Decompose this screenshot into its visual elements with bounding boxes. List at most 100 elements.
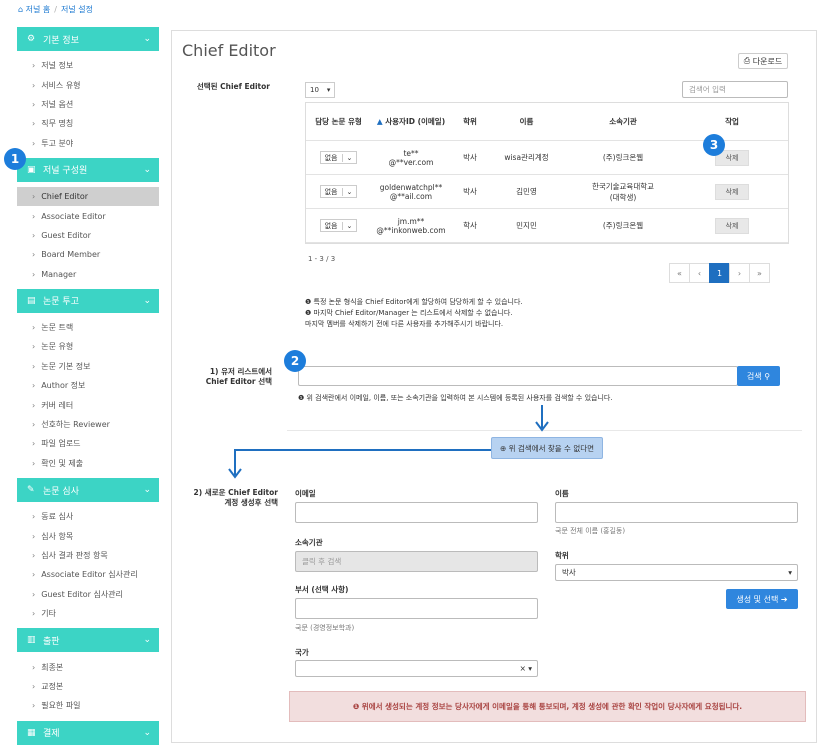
sidebar-section-0[interactable]: ⚙ 기본 정보 ⌄ [17,27,159,51]
step-badge-2: 2 [284,350,306,372]
sidebar-item[interactable]: 투고 분야 [17,134,159,153]
sidebar-section-2[interactable]: ▤ 논문 투고 ⌄ [17,288,159,313]
sidebar-item[interactable]: 저널 정보 [17,56,159,75]
page-button[interactable]: » [749,263,770,283]
page-button[interactable]: 1 [709,263,730,283]
dept-hint: 국문 (경영정보학과) [295,624,355,632]
section-title: 저널 구성원 [43,166,88,177]
header-degree[interactable]: 학위 [451,116,489,127]
sidebar-item[interactable]: 파일 업로드 [17,434,159,453]
sidebar-item[interactable]: Chief Editor [17,186,159,207]
page-button[interactable]: « [669,263,690,283]
table-row: 없음 ⌄ goldenwatchpl** @**ail.com 박사 김민영 한국기술교육대… [306,175,788,209]
section-title: 기본 정보 [43,35,79,46]
sidebar-section-5[interactable]: ▦ 결제 ⌄ [17,720,159,745]
sidebar-item[interactable]: Manager [17,265,159,284]
step-badge-3: 3 [703,134,725,156]
chevron-down-icon: ⌄ [143,164,151,175]
page-button[interactable]: › [729,263,750,283]
download-button[interactable]: ⎙ 다운로드 [738,53,788,69]
page-button[interactable]: ‹ [689,263,710,283]
type-select[interactable]: 없음 ⌄ [319,185,358,198]
org-field[interactable]: 클릭 후 검색 [295,551,538,572]
dept-field[interactable] [295,598,538,619]
header-name[interactable]: 이름 [489,116,564,127]
sidebar-item[interactable]: 기타 [17,604,159,623]
header-email[interactable]: ▲ 사용자ID (이메일) [371,116,451,127]
breadcrumb: ⌂ 저널 홈 / 저널 설정 [18,5,93,14]
sidebar-item[interactable]: 심사 결과 판정 항목 [17,546,159,565]
chevron-down-icon: ⌄ [143,635,151,646]
search-button[interactable]: 검색 ⚲ [737,366,780,386]
sidebar-item[interactable]: 필요한 파일 [17,696,159,715]
sidebar-item[interactable]: Board Member [17,245,159,264]
sidebar-item[interactable]: 심사 항목 [17,526,159,545]
name-field[interactable] [555,502,798,523]
dept-label: 부서 (선택 사항) [295,585,349,594]
sidebar-item[interactable]: 서비스 유형 [17,75,159,94]
sidebar-item[interactable]: 논문 유형 [17,337,159,356]
name-cell: 민지민 [516,221,537,230]
email-field[interactable] [295,502,538,523]
sidebar-section-3[interactable]: ✎ 논문 심사 ⌄ [17,478,159,503]
org-cell: (주)링크온웹 [602,221,644,230]
search-icon: ⚲ [764,371,771,381]
sidebar-item[interactable]: 선호하는 Reviewer [17,415,159,434]
delete-button[interactable]: 삭제 [714,183,750,200]
degree-cell: 학사 [463,221,477,230]
section-icon: ▦ [27,727,36,738]
name-label: 이름 [555,489,569,498]
header-type[interactable]: 담당 논문 유형 [306,116,371,127]
breadcrumb-current[interactable]: 저널 설정 [61,5,93,14]
step1-label: 1) 유저 리스트에서 Chief Editor 선택 [205,367,272,386]
sidebar-item[interactable]: 커버 레터 [17,395,159,414]
breadcrumb-home[interactable]: ⌂ 저널 홈 [18,5,50,14]
type-select[interactable]: 없음 ⌄ [319,219,358,232]
email-cell: jm.m** @**inkonweb.com [376,216,446,235]
section-icon: ▤ [27,295,36,306]
note-1: ❶ 특정 논문 형식을 Chief Editor에게 할당하여 담당하게 할 수… [305,298,523,306]
section-icon: ✎ [27,485,35,496]
pagination: «‹ 1 ›» [669,263,770,283]
sidebar-item[interactable]: 논문 트랙 [17,318,159,337]
sidebar-item[interactable]: 교정본 [17,677,159,696]
email-cell: goldenwatchpl** @**ail.com [379,182,443,201]
country-label: 국가 [295,648,309,657]
sidebar-section-1[interactable]: ▣ 저널 구성원 ⌄ [17,157,159,182]
sidebar-item[interactable]: 최종본 [17,657,159,676]
sidebar-item[interactable]: Guest Editor [17,226,159,245]
country-select[interactable]: × ▾ [295,660,538,677]
section-icon: ▥ [27,635,36,646]
page-size-select[interactable]: 10 ▾ [305,82,336,98]
type-select[interactable]: 없음 ⌄ [319,151,358,164]
table-search-input[interactable]: 검색어 입력 [682,81,788,98]
delete-button[interactable]: 삭제 [714,217,750,234]
degree-cell: 박사 [463,187,477,196]
sidebar-section-4[interactable]: ▥ 출판 ⌄ [17,628,159,653]
user-search-input[interactable] [298,366,738,386]
name-cell: 김민영 [516,187,537,196]
org-cell: 한국기술교육대학교 (대학생) [591,181,655,202]
section-icon: ⚙ [27,34,36,44]
step-badge-1: 1 [4,148,26,170]
sidebar-item[interactable]: 저널 옵션 [17,95,159,114]
chevron-down-icon: ⌄ [143,727,151,738]
sidebar-item[interactable]: 확인 및 제출 [17,454,159,473]
header-org[interactable]: 소속기관 [564,116,682,127]
chevron-down-icon: ▾ [788,568,792,577]
sidebar-item[interactable]: Associate Editor 심사관리 [17,565,159,584]
org-cell: (주)링크온웹 [602,153,644,162]
degree-select[interactable]: 박사 ▾ [555,564,798,581]
table-row: 없음 ⌄ jm.m** @**inkonweb.com 학사 민지민 (주)링크온웹 삭제 [306,209,788,243]
sidebar-item[interactable]: 직무 명칭 [17,114,159,133]
sidebar-item[interactable]: Associate Editor [17,206,159,225]
degree-cell: 박사 [463,153,477,162]
selected-label: 선택된 Chief Editor [196,82,270,91]
chevron-down-icon: ⌄ [143,34,151,44]
sidebar-item[interactable]: Guest Editor 심사관리 [17,585,159,604]
sidebar-item[interactable]: 논문 기본 정보 [17,357,159,376]
sidebar-item[interactable]: Author 정보 [17,376,159,395]
create-select-button[interactable]: 생성 및 선택 ➔ [726,589,798,609]
sidebar-item[interactable]: 동료 심사 [17,507,159,526]
arrow-right-icon: ➔ [780,594,788,604]
